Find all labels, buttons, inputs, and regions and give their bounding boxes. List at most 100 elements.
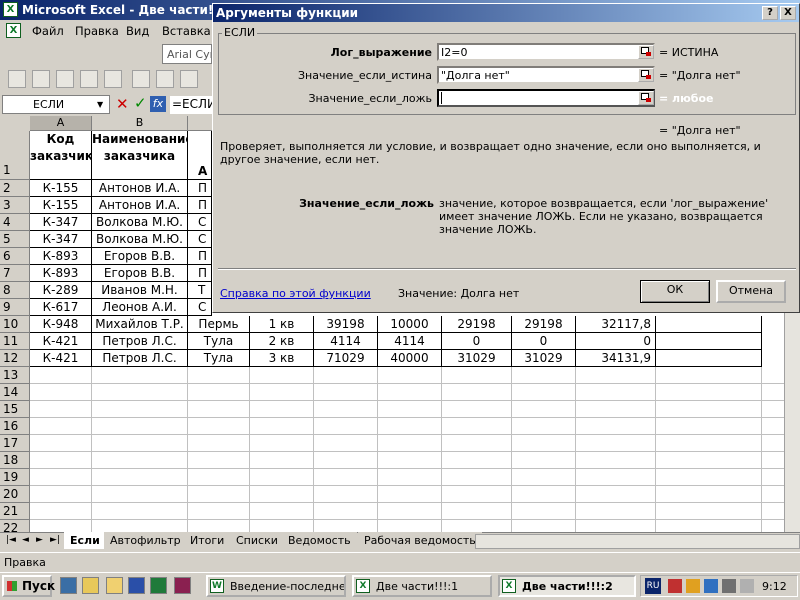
sheet-tab[interactable]: Списки [230,532,284,549]
row-header[interactable]: 12 [0,350,30,367]
horizontal-scrollbar[interactable] [475,534,800,549]
prev-sheet-icon[interactable]: ◄ [22,535,29,545]
row-header[interactable]: 8 [0,282,30,299]
row-header[interactable]: 16 [0,418,30,435]
permission-icon[interactable] [80,70,98,88]
table-cell[interactable]: К-421 [30,333,92,350]
table-cell[interactable]: 31029 [442,350,512,367]
first-sheet-icon[interactable]: |◄ [6,535,16,545]
row-header[interactable]: 19 [0,469,30,486]
name-box[interactable]: ЕСЛИ [2,95,110,114]
value-if-true-input[interactable]: "Долга нет" [437,66,655,84]
table-cell[interactable] [656,350,762,367]
font-name-select[interactable]: Arial Cyr [162,44,212,64]
table-cell[interactable]: Волкова М.Ю. [92,214,188,231]
chevron-down-icon[interactable]: ▼ [97,100,103,109]
row-header[interactable]: 13 [0,367,30,384]
row-header[interactable]: 11 [0,333,30,350]
task-button[interactable]: Введение-последне... [206,575,346,597]
sheet-tab[interactable]: Рабочая ведомость [358,532,482,549]
logical-test-input[interactable]: I2=0 [437,43,655,61]
row-header[interactable]: 17 [0,435,30,452]
table-cell[interactable]: 0 [576,333,656,350]
security-icon[interactable] [704,579,718,593]
table-cell[interactable]: С [188,214,212,231]
table-cell[interactable]: Михайлов Т.Р. [92,316,188,333]
workbook-icon[interactable]: X [6,23,21,38]
table-cell[interactable]: 29198 [442,316,512,333]
table-cell[interactable]: Антонов И.А. [92,180,188,197]
table-cell[interactable]: Антонов И.А. [92,197,188,214]
ok-button[interactable]: ОК [640,280,710,303]
table-cell[interactable]: 31029 [512,350,576,367]
row-header[interactable]: 21 [0,503,30,520]
row-header[interactable]: 4 [0,214,30,231]
table-cell[interactable]: К-289 [30,282,92,299]
sheet-tab-active[interactable]: Если [64,532,106,549]
menu-insert[interactable]: Вставка [162,24,211,38]
insert-function-icon[interactable]: fx [150,96,166,112]
table-cell[interactable]: К-948 [30,316,92,333]
table-cell[interactable]: 0 [442,333,512,350]
sheet-tab[interactable]: Итоги [184,532,231,549]
table-cell[interactable]: 1 кв [250,316,314,333]
table-cell[interactable]: 3 кв [250,350,314,367]
table-cell[interactable]: К-421 [30,350,92,367]
network-icon[interactable] [686,579,700,593]
cancel-button[interactable]: Отмена [716,280,786,303]
table-cell[interactable]: 39198 [314,316,378,333]
table-cell[interactable]: П [188,248,212,265]
print-icon[interactable] [132,70,150,88]
volume-icon[interactable] [740,579,754,593]
table-cell[interactable]: Егоров В.В. [92,248,188,265]
table-cell[interactable]: 71029 [314,350,378,367]
row-header[interactable]: 14 [0,384,30,401]
col-header-b[interactable]: B [92,116,188,131]
desktop-icon[interactable] [60,577,77,594]
table-cell[interactable] [656,333,762,350]
table-cell[interactable]: Петров Л.С. [92,333,188,350]
help-link[interactable]: Справка по этой функции [220,287,371,300]
header-cell-address[interactable]: А [188,131,212,180]
enter-check-icon[interactable]: ✓ [134,94,147,112]
row-header[interactable]: 6 [0,248,30,265]
table-cell[interactable]: 4114 [314,333,378,350]
table-cell[interactable]: К-347 [30,231,92,248]
word-icon[interactable] [128,577,145,594]
menu-view[interactable]: Вид [126,24,149,38]
help-icon[interactable]: ? [762,6,778,20]
menu-edit[interactable]: Правка [75,24,119,38]
mail-icon[interactable] [668,579,682,593]
table-cell[interactable]: К-893 [30,248,92,265]
table-cell[interactable]: К-347 [30,214,92,231]
table-cell[interactable]: К-617 [30,299,92,316]
table-cell[interactable]: Тула [188,333,250,350]
table-cell[interactable]: 32117,8 [576,316,656,333]
excel-app-icon[interactable]: X [3,2,18,17]
table-cell[interactable]: Егоров В.В. [92,265,188,282]
next-sheet-icon[interactable]: ► [36,535,43,545]
spelling-icon[interactable] [180,70,198,88]
save-icon[interactable] [56,70,74,88]
task-button-active[interactable]: Две части!!!:2 [498,575,636,597]
row-header[interactable]: 2 [0,180,30,197]
table-cell[interactable]: П [188,180,212,197]
table-cell[interactable]: 0 [512,333,576,350]
edit-pencil-icon[interactable] [106,577,123,594]
row-header[interactable]: 9 [0,299,30,316]
table-cell[interactable] [656,316,762,333]
table-cell[interactable]: К-155 [30,180,92,197]
language-indicator[interactable]: RU [645,578,661,594]
table-cell[interactable]: 29198 [512,316,576,333]
sheet-tab[interactable]: Ведомость [282,532,357,549]
new-doc-icon[interactable] [8,70,26,88]
folder-icon[interactable] [82,577,99,594]
last-sheet-icon[interactable]: ►| [50,535,60,545]
open-folder-icon[interactable] [32,70,50,88]
row-header[interactable]: 18 [0,452,30,469]
table-cell[interactable]: Волкова М.Ю. [92,231,188,248]
row-header[interactable]: 5 [0,231,30,248]
table-cell[interactable]: Тула [188,350,250,367]
col-header-a[interactable]: A [30,116,92,131]
table-cell[interactable]: П [188,197,212,214]
